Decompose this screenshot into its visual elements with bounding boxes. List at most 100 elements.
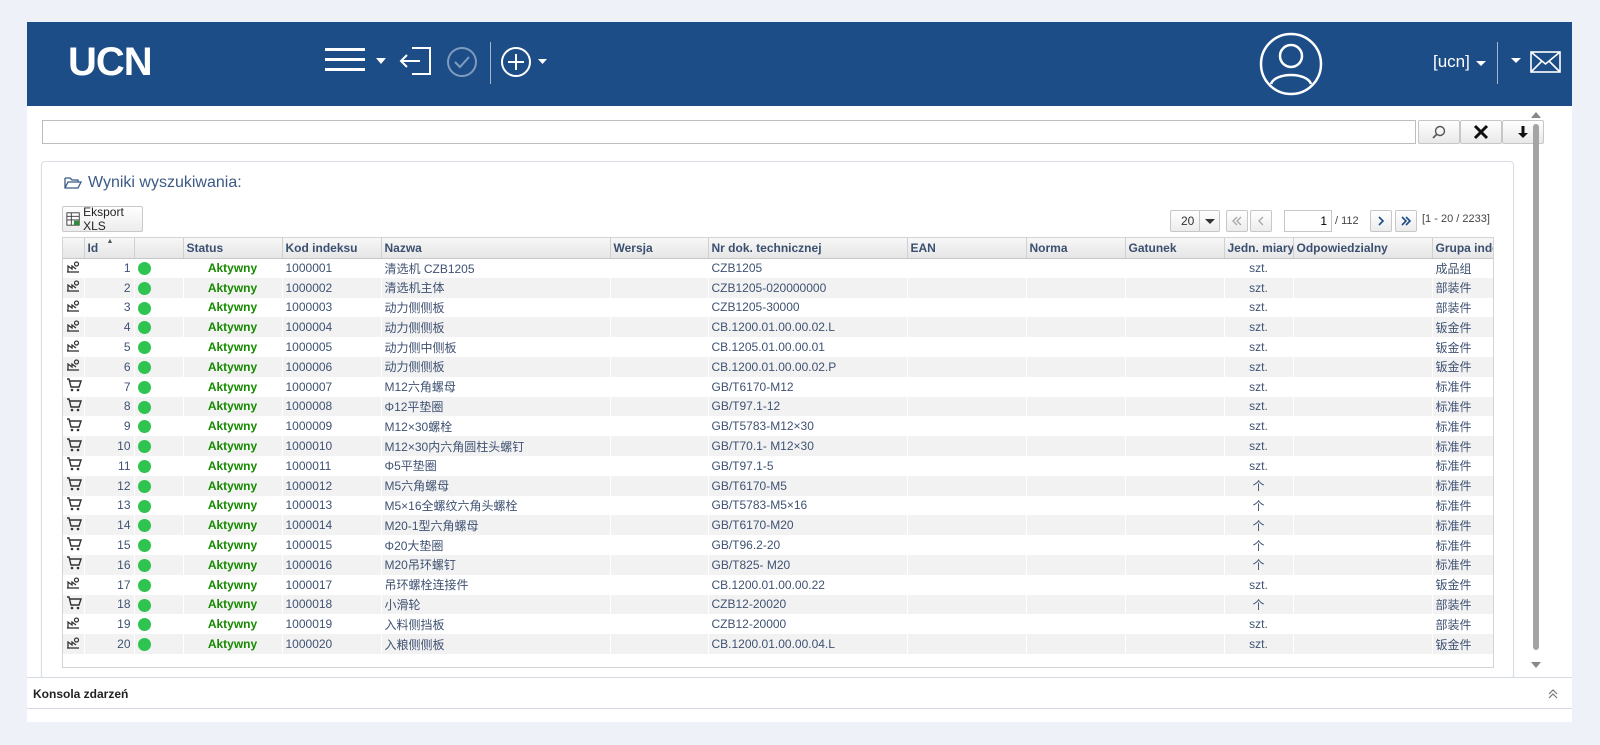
table-row[interactable]: 20 Aktywny 1000020 入粮侧侧板 CB.1200.01.00.00.04…	[63, 634, 1493, 654]
row-code: 1000019	[285, 617, 333, 632]
col-header-label: Id	[87, 240, 99, 255]
table-row[interactable]: 19 Aktywny 1000019 入料侧挡板 CZB12-20000 szt. 部装件	[63, 614, 1493, 634]
col-header-code[interactable]: Kod indeksu	[282, 238, 382, 259]
shopping-cart-icon	[67, 418, 82, 432]
row-group: 标准件	[1432, 475, 1493, 496]
status-dot-icon	[137, 281, 151, 295]
event-console-bar[interactable]: Konsola zdarzeń	[27, 677, 1572, 709]
table-row[interactable]: 10 Aktywny 1000010 M12×30内六角圆柱头螺钉 GB/T70.1- …	[63, 436, 1493, 456]
search-button[interactable]	[1418, 120, 1460, 144]
row-doc: CB.1200.01.00.00.02.L	[708, 317, 907, 338]
col-header-indicator	[134, 238, 184, 259]
row-id: 20	[84, 634, 134, 654]
search-input[interactable]	[42, 120, 1416, 144]
clear-search-button[interactable]	[1460, 120, 1502, 144]
table-row[interactable]: 18 Aktywny 1000018 小滑轮 CZB12-20020 个 部装件	[63, 594, 1493, 615]
row-name: M12×30内六角圆柱头螺钉	[381, 436, 610, 456]
shopping-cart-icon	[67, 477, 82, 491]
table-row[interactable]: 17 Aktywny 1000017 吊环螺栓连接件 CB.1200.01.00.00.…	[63, 575, 1493, 595]
total-pages: / 112	[1335, 215, 1359, 227]
row-norm	[1026, 614, 1125, 634]
row-version	[610, 456, 708, 476]
top-bar: UCN [ucn]	[27, 22, 1572, 106]
table-row[interactable]: 9 Aktywny 1000009 M12×30螺栓 GB/T5783-M12×30 sz…	[63, 416, 1493, 436]
row-type-cell	[63, 634, 84, 654]
add-button[interactable]	[499, 45, 553, 79]
menu-button[interactable]	[324, 44, 392, 78]
row-unit: 个	[1224, 594, 1293, 615]
col-header-doc[interactable]: Nr dok. technicznej	[708, 238, 908, 259]
col-header-group[interactable]: Grupa indeksów	[1432, 238, 1493, 259]
table-row[interactable]: 4 Aktywny 1000004 动力侧侧板 CB.1200.01.00.00.02.…	[63, 317, 1493, 338]
notifications-dropdown[interactable]	[1510, 56, 1522, 66]
table-row[interactable]: 11 Aktywny 1000011 Φ5平垫圈 GB/T97.1-5 szt. 标准件	[63, 456, 1493, 476]
col-header-version[interactable]: Wersja	[610, 238, 709, 259]
page-size-toggle[interactable]	[1199, 211, 1219, 231]
row-group: 标准件	[1432, 396, 1493, 417]
row-id: 2	[84, 277, 134, 298]
col-header-grade[interactable]: Gatunek	[1125, 238, 1225, 259]
page-size-select[interactable]: 20	[1170, 210, 1220, 232]
table-row[interactable]: 1 Aktywny 1000001 清选机 CZB1205 CZB1205 szt. 成品组	[63, 258, 1493, 278]
row-code: 1000003	[285, 300, 333, 315]
col-header-norm[interactable]: Norma	[1026, 238, 1126, 259]
table-row[interactable]: 3 Aktywny 1000003 动力侧侧板 CZB1205-30000 szt. 部装件	[63, 298, 1493, 318]
row-status: Aktywny	[183, 277, 282, 298]
table-row[interactable]: 7 Aktywny 1000007 M12六角螺母 GB/T6170-M12 szt. 标准…	[63, 377, 1493, 397]
last-page-button[interactable]	[1395, 210, 1417, 232]
row-grade	[1125, 496, 1224, 516]
row-code: 1000015	[285, 538, 333, 553]
row-group: 标准件	[1435, 538, 1472, 553]
col-header-status[interactable]: Status	[183, 238, 283, 259]
row-name: 清选机主体	[381, 277, 610, 298]
row-status: Aktywny	[183, 634, 282, 654]
sort-ascending-icon: ▲	[106, 238, 114, 245]
row-version	[610, 377, 708, 397]
messages-button[interactable]	[1530, 50, 1562, 74]
row-type-cell	[63, 594, 84, 615]
vertical-scroll-thumb[interactable]	[1533, 124, 1539, 650]
confirm-button[interactable]	[445, 45, 479, 79]
logout-button[interactable]	[398, 44, 434, 78]
col-header-owner[interactable]: Odpowiedzialny	[1293, 238, 1433, 259]
row-name: 清选机 CZB1205	[384, 261, 475, 276]
row-unit: szt.	[1224, 436, 1293, 456]
chevron-down-icon	[1475, 60, 1486, 66]
record-range: [1 - 20 / 2233]	[1422, 213, 1490, 225]
row-status: Aktywny	[207, 538, 258, 553]
row-id: 14	[84, 515, 134, 536]
row-status-indicator	[134, 298, 183, 318]
table-row[interactable]: 2 Aktywny 1000002 清选机主体 CZB1205-020000000 szt…	[63, 277, 1493, 298]
col-header-name[interactable]: Nazwa	[381, 238, 611, 259]
user-name[interactable]: [ucn]	[1433, 52, 1487, 72]
row-owner	[1293, 614, 1432, 634]
table-row[interactable]: 13 Aktywny 1000013 M5×16全螺纹六角头螺栓 GB/T5783-M5…	[63, 496, 1493, 516]
table-row[interactable]: 16 Aktywny 1000016 M20吊环螺钉 GB/T825- M20 个 标准件	[63, 554, 1493, 575]
caret-down-icon	[1511, 58, 1521, 63]
col-header-unit[interactable]: Jedn. miary	[1224, 238, 1294, 259]
next-page-button[interactable]	[1370, 210, 1392, 232]
current-page-input[interactable]	[1284, 210, 1332, 232]
table-row[interactable]: 14 Aktywny 1000014 M20-1型六角螺母 GB/T6170-M20 个 标…	[63, 515, 1493, 536]
row-name: M20吊环螺钉	[381, 554, 610, 575]
col-header-id[interactable]: Id ▲	[84, 238, 135, 259]
table-row[interactable]: 8 Aktywny 1000008 Φ12平垫圈 GB/T97.1-12 szt. 标准件	[63, 396, 1493, 417]
first-page-button[interactable]	[1226, 210, 1248, 232]
user-avatar[interactable]	[1259, 32, 1323, 96]
row-status-indicator	[134, 475, 183, 496]
row-norm	[1026, 575, 1125, 595]
table-row[interactable]: 5 Aktywny 1000005 动力侧中侧板 CB.1205.01.00.00.01…	[63, 337, 1493, 357]
export-xls-button[interactable]: Eksport XLS	[62, 205, 143, 233]
table-row[interactable]: 15 Aktywny 1000015 Φ20大垫圈 GB/T96.2-20 个 标准件	[63, 535, 1493, 555]
row-unit: 个	[1224, 554, 1293, 575]
col-header-ean[interactable]: EAN	[907, 238, 1027, 259]
vertical-scrollbar[interactable]	[1530, 110, 1542, 670]
row-status: Aktywny	[183, 515, 282, 536]
previous-page-button[interactable]	[1250, 210, 1272, 232]
row-ean	[907, 416, 1026, 436]
table-row[interactable]: 6 Aktywny 1000006 动力侧侧板 CB.1200.01.00.00.02.…	[63, 356, 1493, 377]
row-code: 1000006	[282, 356, 381, 377]
status-dot-icon	[137, 341, 151, 355]
row-status: Aktywny	[183, 594, 282, 615]
table-row[interactable]: 12 Aktywny 1000012 M5六角螺母 GB/T6170-M5 个 标准件	[63, 475, 1493, 496]
